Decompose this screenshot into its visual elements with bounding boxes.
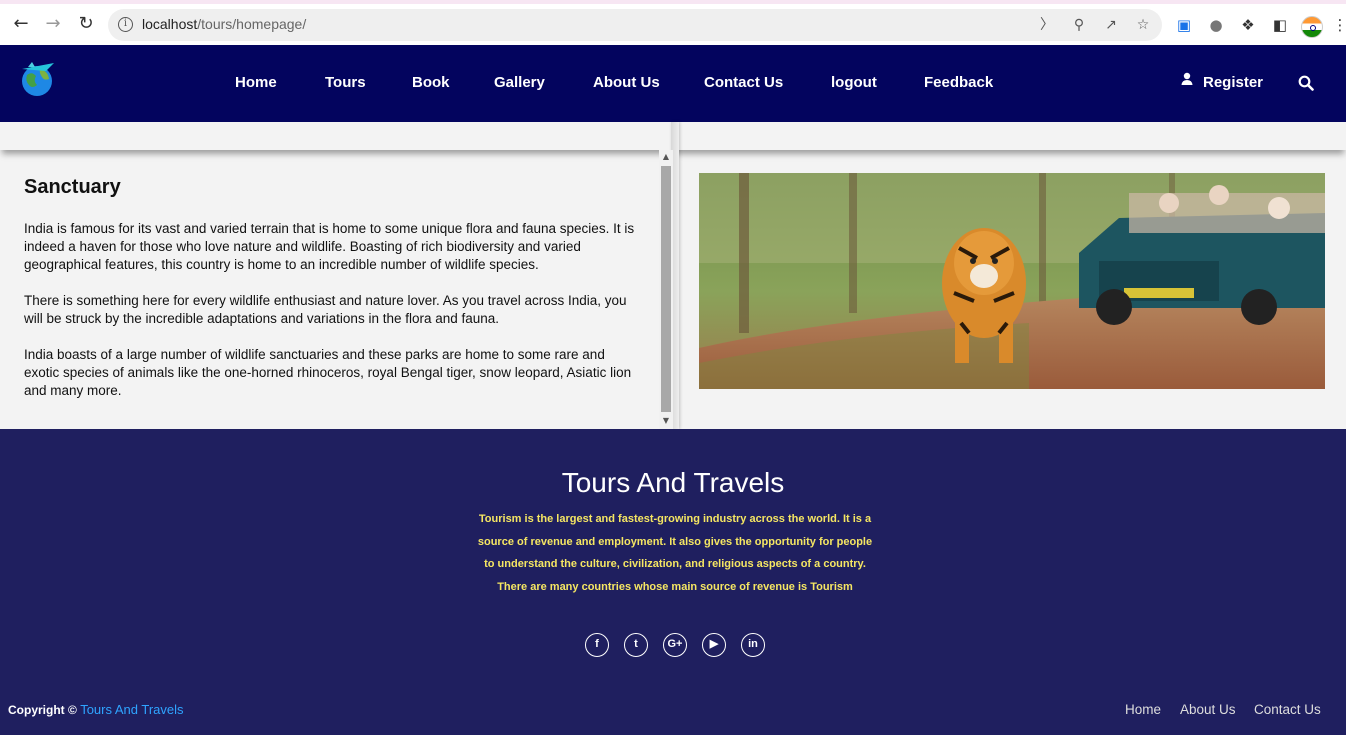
copyright: Copyright © Tours And Travels [8,702,184,717]
tiger-safari-image [699,173,1325,389]
share-icon[interactable]: ↗ [1102,16,1120,34]
google-plus-icon[interactable]: G+ [663,633,687,657]
article-paragraph: There is something here for every wildli… [24,293,627,326]
nav-about-us[interactable]: About Us [593,74,660,91]
nav-feedback[interactable]: Feedback [924,74,993,91]
footer-link-contact-us[interactable]: Contact Us [1254,702,1321,717]
article-pane: Sanctuary India is famous for its vast a… [0,150,660,429]
scrollbar-thumb[interactable] [661,166,671,412]
register-link[interactable]: Register [1181,72,1264,91]
site-footer: Tours And Travels Tourism is the largest… [0,429,1346,735]
forward-arrow-icon[interactable]: → [43,14,63,34]
footer-title: Tours And Travels [561,467,785,498]
google-translate-extension-icon[interactable]: ▣ [1174,15,1194,35]
nav-contact-us[interactable]: Contact Us [704,74,783,91]
nav-logout[interactable]: logout [831,74,877,91]
user-icon [1181,72,1193,85]
translate-icon[interactable]: 〉 [1038,16,1056,34]
article-title: Sanctuary [24,176,121,198]
footer-description: Tourism is the largest and fastest-growi… [477,513,873,593]
bookmark-star-icon[interactable]: ☆ [1134,16,1152,34]
url-text[interactable]: localhost/tours/homepage/ [142,16,306,32]
reload-icon[interactable]: ↻ [76,14,96,34]
side-panel-icon[interactable]: ◧ [1270,15,1290,35]
nav-tours[interactable]: Tours [325,74,366,91]
copyright-prefix: Copyright © [8,703,77,717]
url-host: localhost [142,16,198,32]
search-icon[interactable] [1298,75,1314,91]
globe-plane-logo[interactable] [18,59,58,99]
nav-home[interactable]: Home [235,74,277,91]
browser-toolbar: ← → ↻ i localhost/tours/homepage/ 〉 ⚲ ↗ … [0,0,1346,45]
article-paragraph: India boasts of a large number of wildli… [24,347,632,398]
twitter-icon[interactable]: t [624,633,648,657]
site-header: Home Tours Book Gallery About Us Contact… [0,45,1346,122]
article-paragraph: India is famous for its vast and varied … [24,221,635,272]
bug-extension-icon[interactable]: ● [1206,15,1226,35]
url-path: /tours/homepage/ [197,16,307,32]
footer-link-home[interactable]: Home [1125,702,1161,717]
youtube-icon[interactable]: ▶ [702,633,726,657]
scroll-down-arrow-icon[interactable]: ▼ [662,417,670,425]
nav-book[interactable]: Book [412,74,450,91]
extensions-puzzle-icon[interactable]: ❖ [1238,15,1258,35]
profile-avatar[interactable] [1301,16,1323,38]
zoom-icon[interactable]: ⚲ [1070,16,1088,34]
footer-link-about-us[interactable]: About Us [1180,702,1236,717]
linkedin-icon[interactable]: in [741,633,765,657]
facebook-icon[interactable]: f [585,633,609,657]
site-info-icon[interactable]: i [118,17,133,32]
register-label: Register [1203,74,1264,91]
back-arrow-icon[interactable]: ← [11,14,31,34]
nav-gallery[interactable]: Gallery [494,74,545,91]
scroll-up-arrow-icon[interactable]: ▲ [662,153,670,161]
article-scrollbar[interactable]: ▲ ▼ [659,150,673,429]
browser-menu-icon[interactable]: ⋮ [1330,15,1346,35]
address-bar[interactable]: i localhost/tours/homepage/ 〉 ⚲ ↗ ☆ [108,9,1162,41]
copyright-brand-link[interactable]: Tours And Travels [80,702,183,717]
